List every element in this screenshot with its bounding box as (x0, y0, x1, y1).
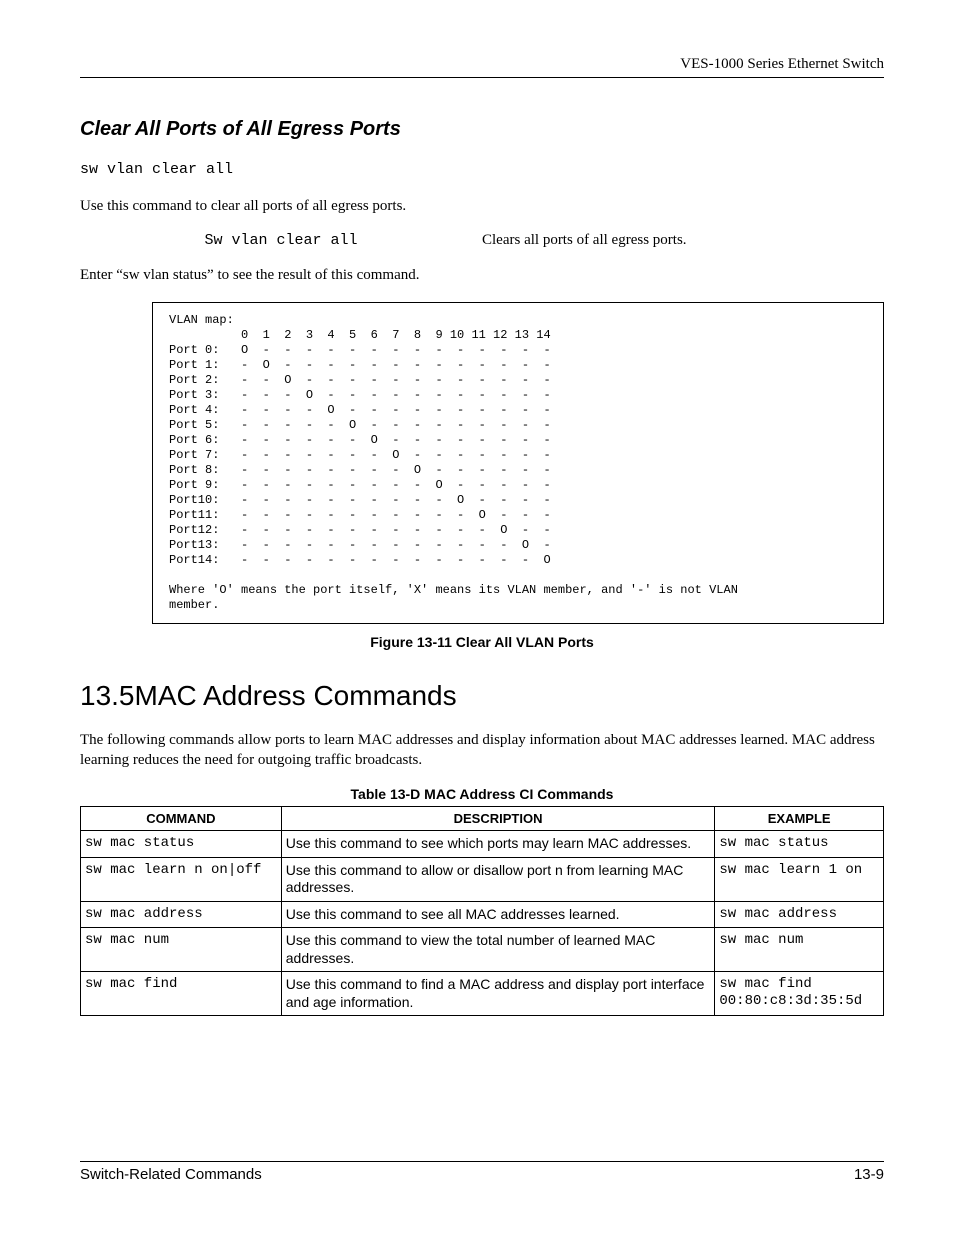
page-footer: Switch-Related Commands 13-9 (80, 1161, 884, 1183)
followup-paragraph: Enter “sw vlan status” to see the result… (80, 265, 884, 285)
table-cell-example: sw mac num (715, 928, 884, 972)
example-command: Sw vlan clear all (80, 232, 482, 249)
table-header-example: EXAMPLE (715, 807, 884, 831)
section-number: 13.5 (80, 680, 135, 712)
example-row: Sw vlan clear all Clears all ports of al… (80, 232, 884, 249)
table-cell-description: Use this command to see which ports may … (281, 831, 715, 858)
mac-commands-table: COMMAND DESCRIPTION EXAMPLE sw mac statu… (80, 806, 884, 1016)
table-row: sw mac status Use this command to see wh… (81, 831, 884, 858)
example-description: Clears all ports of all egress ports. (482, 232, 884, 249)
table-caption: Table 13-D MAC Address CI Commands (80, 786, 884, 802)
table-cell-description: Use this command to view the total numbe… (281, 928, 715, 972)
table-cell-command: sw mac status (81, 831, 282, 858)
table-row: sw mac find Use this command to find a M… (81, 972, 884, 1016)
terminal-output: VLAN map: 0 1 2 3 4 5 6 7 8 9 10 11 12 1… (152, 302, 884, 624)
table-cell-command: sw mac learn n on|off (81, 857, 282, 901)
table-cell-command: sw mac num (81, 928, 282, 972)
table-cell-command: sw mac address (81, 901, 282, 928)
table-cell-description: Use this command to find a MAC address a… (281, 972, 715, 1016)
intro-paragraph: Use this command to clear all ports of a… (80, 196, 884, 216)
figure-caption: Figure 13-11 Clear All VLAN Ports (80, 634, 884, 650)
table-row: sw mac num Use this command to view the … (81, 928, 884, 972)
table-cell-description: Use this command to allow or disallow po… (281, 857, 715, 901)
table-header-command: COMMAND (81, 807, 282, 831)
table-cell-description: Use this command to see all MAC addresse… (281, 901, 715, 928)
table-cell-example: sw mac find 00:80:c8:3d:35:5d (715, 972, 884, 1016)
section-heading-mac: 13.5MAC Address Commands (80, 680, 884, 712)
footer-section-title: Switch-Related Commands (80, 1166, 262, 1183)
section-heading-clear-ports: Clear All Ports of All Egress Ports (80, 118, 884, 141)
table-cell-example: sw mac learn 1 on (715, 857, 884, 901)
mac-intro-paragraph: The following commands allow ports to le… (80, 730, 884, 771)
table-header-description: DESCRIPTION (281, 807, 715, 831)
table-row: sw mac address Use this command to see a… (81, 901, 884, 928)
table-row: sw mac learn n on|off Use this command t… (81, 857, 884, 901)
section-title: MAC Address Commands (135, 680, 457, 711)
table-cell-command: sw mac find (81, 972, 282, 1016)
running-header: VES-1000 Series Ethernet Switch (80, 56, 884, 78)
table-cell-example: sw mac address (715, 901, 884, 928)
table-cell-example: sw mac status (715, 831, 884, 858)
command-syntax: sw vlan clear all (80, 161, 884, 178)
footer-page-number: 13-9 (854, 1166, 884, 1183)
